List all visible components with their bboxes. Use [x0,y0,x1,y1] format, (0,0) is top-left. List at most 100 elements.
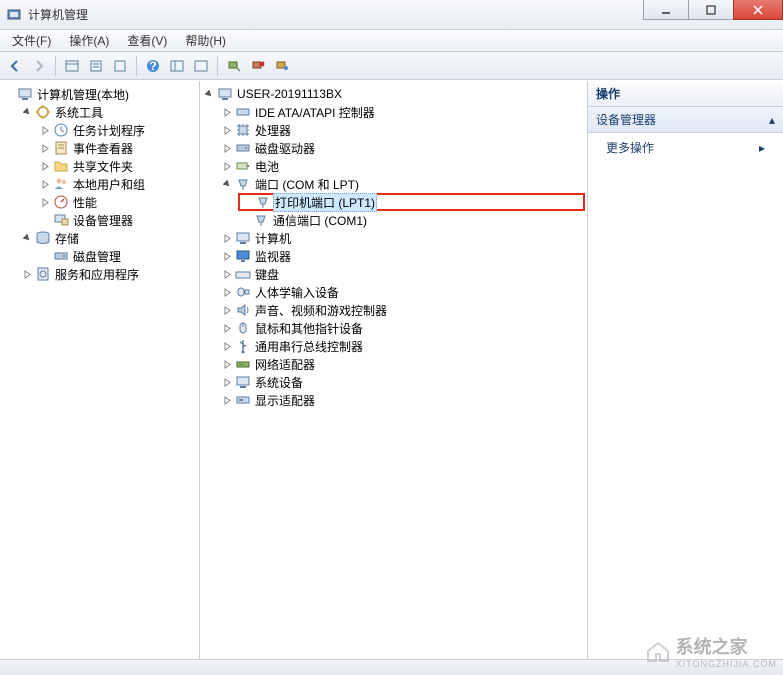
expand-toggle[interactable] [222,251,233,262]
separator [55,56,56,76]
actions-more[interactable]: 更多操作 ▸ [588,133,783,162]
device-ports[interactable]: 端口 (COM 和 LPT) [220,175,585,193]
tree-root[interactable]: 计算机管理(本地) [2,85,197,103]
titlebar: 计算机管理 [0,0,783,30]
battery-icon [235,158,251,174]
expand-toggle[interactable] [40,161,51,172]
expand-toggle[interactable] [222,287,233,298]
computer-icon [235,230,251,246]
tree-label: 磁盘管理 [71,248,123,265]
window-title: 计算机管理 [28,6,88,23]
tree-system-tools[interactable]: 系统工具 [20,103,197,121]
services-icon [35,266,51,282]
device-usb[interactable]: 通用串行总线控制器 [220,337,585,355]
back-button[interactable] [4,55,26,77]
device-root[interactable]: USER-20191113BX [202,85,585,103]
maximize-button[interactable] [688,0,734,20]
expand-toggle[interactable] [222,233,233,244]
expand-toggle[interactable] [222,323,233,334]
blank-toggle [240,215,251,226]
tree-label: 监视器 [253,248,293,265]
uninstall-button[interactable] [247,55,269,77]
show-hide-button[interactable] [61,55,83,77]
expand-toggle[interactable] [22,269,33,280]
actions-pane: 操作 设备管理器 ▴ 更多操作 ▸ [588,81,783,659]
folder-icon [53,158,69,174]
tree-disk-management[interactable]: 磁盘管理 [38,247,197,265]
view-button[interactable] [166,55,188,77]
device-monitors[interactable]: 监视器 [220,247,585,265]
minimize-button[interactable] [643,0,689,20]
menu-action[interactable]: 操作(A) [61,30,117,51]
device-hid[interactable]: 人体学输入设备 [220,283,585,301]
blank-toggle [40,215,51,226]
expand-toggle[interactable] [222,341,233,352]
tree-local-users[interactable]: 本地用户和组 [38,175,197,193]
tree-services-apps[interactable]: 服务和应用程序 [20,265,197,283]
network-icon [235,356,251,372]
collapse-toggle[interactable] [22,107,33,118]
device-system[interactable]: 系统设备 [220,373,585,391]
mouse-icon [235,320,251,336]
collapse-toggle[interactable] [22,233,33,244]
expand-toggle[interactable] [222,269,233,280]
device-printer-port[interactable]: 打印机端口 (LPT1) [238,193,585,211]
device-cpu[interactable]: 处理器 [220,121,585,139]
refresh-button[interactable] [190,55,212,77]
expand-toggle[interactable] [40,179,51,190]
tree-label: 服务和应用程序 [53,266,141,283]
expand-toggle[interactable] [222,125,233,136]
close-button[interactable] [733,0,783,20]
collapse-toggle[interactable] [222,179,233,190]
expand-toggle[interactable] [222,143,233,154]
properties-button[interactable] [85,55,107,77]
expand-toggle[interactable] [222,107,233,118]
device-tree-pane[interactable]: USER-20191113BX IDE ATA/ATAPI 控制器 处理器 [200,81,588,659]
menu-help[interactable]: 帮助(H) [177,30,234,51]
svg-text:?: ? [149,59,156,73]
sound-icon [235,302,251,318]
device-keyboards[interactable]: 键盘 [220,265,585,283]
device-ide[interactable]: IDE ATA/ATAPI 控制器 [220,103,585,121]
actions-section[interactable]: 设备管理器 ▴ [588,107,783,133]
tools-icon [35,104,51,120]
device-display[interactable]: 显示适配器 [220,391,585,409]
device-computers[interactable]: 计算机 [220,229,585,247]
tree-performance[interactable]: 性能 [38,193,197,211]
device-mice[interactable]: 鼠标和其他指针设备 [220,319,585,337]
tree-label: 本地用户和组 [71,176,147,193]
device-com-port[interactable]: 通信端口 (COM1) [238,211,585,229]
system-icon [235,374,251,390]
tree-label: 处理器 [253,122,293,139]
expand-toggle[interactable] [222,305,233,316]
forward-button[interactable] [28,55,50,77]
expand-toggle[interactable] [222,377,233,388]
device-sound[interactable]: 声音、视频和游戏控制器 [220,301,585,319]
console-tree-pane[interactable]: 计算机管理(本地) 系统工具 任务计划程序 [0,81,200,659]
expand-toggle[interactable] [40,143,51,154]
export-button[interactable] [109,55,131,77]
expand-toggle[interactable] [40,125,51,136]
usb-icon [235,338,251,354]
tree-shared-folders[interactable]: 共享文件夹 [38,157,197,175]
tree-label: 共享文件夹 [71,158,135,175]
device-network[interactable]: 网络适配器 [220,355,585,373]
tree-storage[interactable]: 存储 [20,229,197,247]
expand-toggle[interactable] [40,197,51,208]
tree-device-manager[interactable]: 设备管理器 [38,211,197,229]
storage-icon [35,230,51,246]
tree-event-viewer[interactable]: 事件查看器 [38,139,197,157]
device-battery[interactable]: 电池 [220,157,585,175]
tree-label: 设备管理器 [71,212,135,229]
collapse-toggle[interactable] [204,89,215,100]
update-button[interactable] [271,55,293,77]
expand-toggle[interactable] [222,161,233,172]
device-disk-drives[interactable]: 磁盘驱动器 [220,139,585,157]
tree-task-scheduler[interactable]: 任务计划程序 [38,121,197,139]
expand-toggle[interactable] [222,359,233,370]
menu-view[interactable]: 查看(V) [119,30,175,51]
help-button[interactable]: ? [142,55,164,77]
menu-file[interactable]: 文件(F) [4,30,59,51]
scan-button[interactable] [223,55,245,77]
expand-toggle[interactable] [222,395,233,406]
